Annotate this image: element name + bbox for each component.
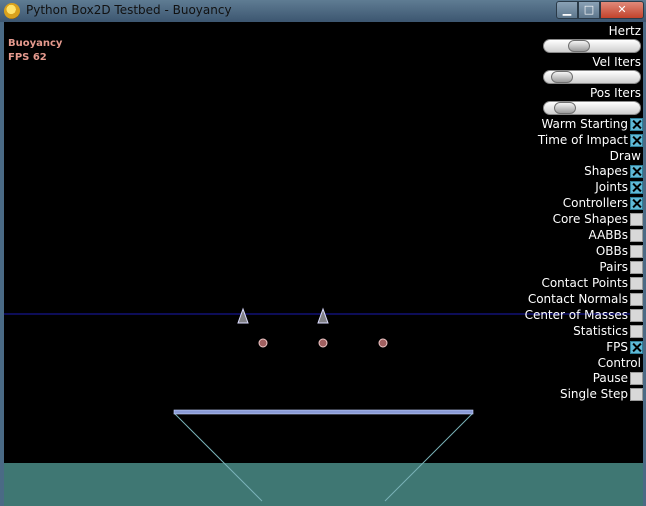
test-name-label: Buoyancy [8, 38, 63, 49]
contact-points-toggle[interactable]: Contact Points [541, 275, 643, 291]
statistics-checkbox[interactable] [630, 324, 643, 338]
pairs-label: Pairs [599, 260, 628, 274]
maximize-icon: □ [583, 3, 595, 16]
title-bar[interactable]: Python Box2D Testbed - Buoyancy ▁ □ ✕ [0, 0, 646, 22]
window-controls: ▁ □ ✕ [556, 1, 644, 19]
single-step-checkbox[interactable] [630, 387, 643, 401]
warm-starting-toggle[interactable]: Warm Starting [541, 116, 643, 132]
center-of-masses-checkbox[interactable] [630, 308, 643, 322]
pos-iters-label: Pos Iters [589, 86, 641, 100]
triangle-body-right [317, 307, 329, 324]
time-of-impact-label: Time of Impact [537, 133, 628, 147]
hertz-slider-knob[interactable] [568, 40, 590, 52]
statistics-label: Statistics [573, 324, 628, 338]
controllers-toggle[interactable]: Controllers [563, 195, 643, 211]
close-button[interactable]: ✕ [600, 1, 644, 19]
control-header-label: Control [597, 356, 641, 370]
warm-starting-label: Warm Starting [541, 117, 628, 131]
pos-iters-row: Pos Iters [590, 85, 643, 101]
obbs-label: OBBs [595, 244, 628, 258]
circle-body-2 [318, 338, 328, 348]
shapes-toggle[interactable]: Shapes [584, 163, 643, 179]
vel-iters-slider-knob[interactable] [551, 71, 573, 83]
fps-checkbox[interactable] [630, 340, 643, 354]
control-section-header: Control [598, 355, 643, 371]
pygame-app-icon [4, 3, 20, 19]
pairs-checkbox[interactable] [630, 260, 643, 274]
hertz-slider[interactable] [543, 39, 641, 53]
pairs-toggle[interactable]: Pairs [599, 259, 643, 275]
simulation-scene [4, 307, 643, 506]
fps-label: FPS [606, 340, 628, 354]
draw-header-label: Draw [609, 149, 641, 163]
draw-section-header: Draw [610, 148, 643, 164]
core-shapes-label: Core Shapes [552, 212, 628, 226]
contact-normals-toggle[interactable]: Contact Normals [528, 291, 643, 307]
aabbs-toggle[interactable]: AABBs [589, 227, 643, 243]
vel-iters-slider[interactable] [543, 70, 641, 84]
aabbs-checkbox[interactable] [630, 228, 643, 242]
hertz-row: Hertz [609, 23, 643, 39]
joints-toggle[interactable]: Joints [595, 179, 643, 195]
minimize-icon: ▁ [562, 3, 572, 16]
core-shapes-checkbox[interactable] [630, 212, 643, 226]
contact-normals-checkbox[interactable] [630, 292, 643, 306]
vel-iters-row: Vel Iters [592, 54, 643, 70]
single-step-label: Single Step [559, 387, 628, 401]
controllers-checkbox[interactable] [630, 196, 643, 210]
circle-body-1 [258, 338, 268, 348]
joints-checkbox[interactable] [630, 180, 643, 194]
fps-readout: FPS 62 [8, 52, 47, 63]
minimize-button[interactable]: ▁ [556, 1, 578, 19]
warm-starting-checkbox[interactable] [630, 117, 643, 131]
close-icon: ✕ [617, 3, 627, 16]
controllers-label: Controllers [562, 196, 628, 210]
core-shapes-toggle[interactable]: Core Shapes [553, 211, 643, 227]
pause-checkbox[interactable] [630, 371, 643, 385]
pause-toggle[interactable]: Pause [593, 370, 643, 386]
vel-iters-label: Vel Iters [592, 55, 641, 69]
simulation-canvas[interactable] [4, 22, 643, 506]
single-step-toggle[interactable]: Single Step [560, 386, 643, 402]
contact-normals-label: Contact Normals [527, 292, 628, 306]
pause-label: Pause [592, 371, 628, 385]
fps-toggle[interactable]: FPS [606, 339, 643, 355]
aabbs-label: AABBs [588, 228, 628, 242]
window-title: Python Box2D Testbed - Buoyancy [26, 3, 232, 17]
statistics-toggle[interactable]: Statistics [573, 323, 643, 339]
obbs-toggle[interactable]: OBBs [596, 243, 643, 259]
shapes-checkbox[interactable] [630, 164, 643, 178]
maximize-button[interactable]: □ [578, 1, 600, 19]
time-of-impact-toggle[interactable]: Time of Impact [538, 132, 643, 148]
pos-iters-slider[interactable] [543, 101, 641, 115]
shapes-label: Shapes [584, 164, 628, 178]
joints-label: Joints [595, 180, 628, 194]
contact-points-checkbox[interactable] [630, 276, 643, 290]
pos-iters-slider-knob[interactable] [554, 102, 576, 114]
hertz-label: Hertz [608, 24, 641, 38]
triangle-body-left [237, 307, 249, 324]
time-of-impact-checkbox[interactable] [630, 133, 643, 147]
contact-points-label: Contact Points [541, 276, 628, 290]
center-of-masses-toggle[interactable]: Center of Masses [525, 307, 643, 323]
center-of-masses-label: Center of Masses [524, 308, 628, 322]
circle-body-3 [378, 338, 388, 348]
platform-plank [173, 409, 474, 415]
info-overlay: Buoyancy FPS 62 [8, 37, 62, 65]
water-body [4, 463, 643, 506]
obbs-checkbox[interactable] [630, 244, 643, 258]
